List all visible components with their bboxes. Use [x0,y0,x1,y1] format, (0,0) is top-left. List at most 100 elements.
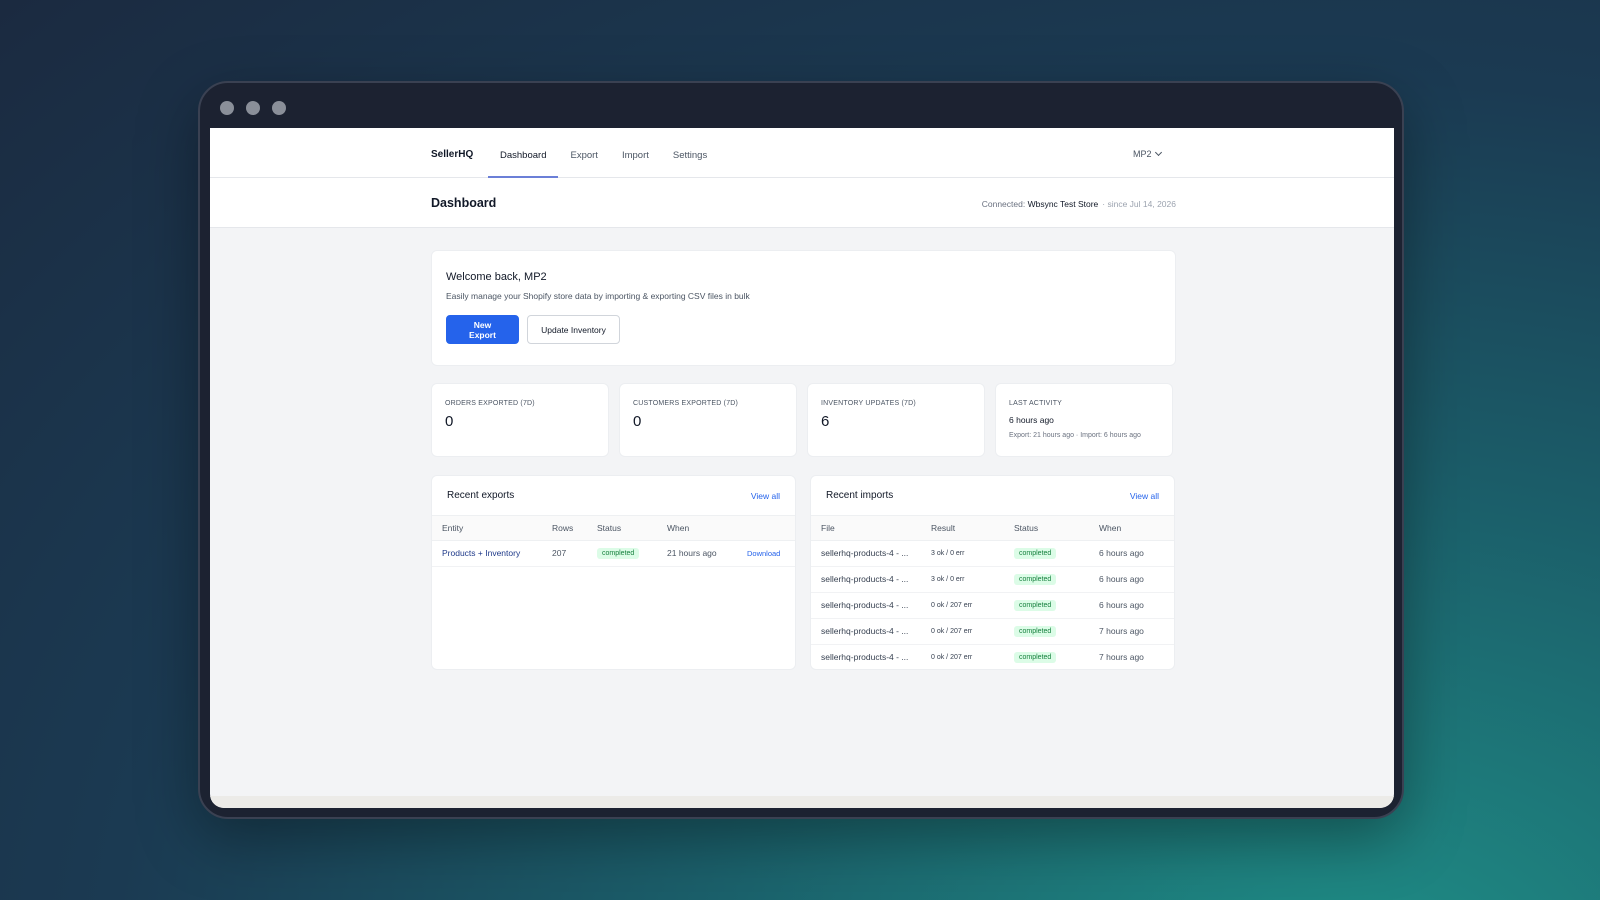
import-when: 7 hours ago [1089,618,1174,645]
column-header: When [657,516,737,541]
stat-orders-exported: ORDERS EXPORTED (7D) 0 [431,383,609,457]
table-row[interactable]: sellerhq-products-4 - ... 3 ok / 0 err c… [811,540,1174,567]
import-file: sellerhq-products-4 - ... [811,592,921,619]
table-header-row: Entity Rows Status When [432,516,795,541]
import-file: sellerhq-products-4 - ... [811,566,921,593]
import-status-cell: completed [1004,644,1089,669]
nav-tabs: Dashboard Export Import Settings [488,128,719,178]
view-all-exports-link[interactable]: View all [751,491,780,501]
new-export-button[interactable]: New Export [446,315,519,344]
device-frame: SellerHQ Dashboard Export Import Setting… [198,81,1404,819]
column-header [737,516,795,541]
bottom-strip [210,796,1394,808]
status-badge: completed [1014,574,1057,585]
stat-label: LAST ACTIVITY [1009,400,1063,407]
import-result: 0 ok / 207 err [921,644,1004,669]
main-content: Welcome back, MP2 Easily manage your Sho… [431,250,1176,670]
table-row: Products + Inventory 207 completed 21 ho… [432,540,795,567]
connection-prefix: Connected: [981,199,1028,209]
stat-value: 6 [821,413,830,430]
export-status-cell: completed [587,540,657,567]
import-file: sellerhq-products-4 - ... [811,540,921,567]
page-title: Dashboard [431,196,497,210]
import-status-cell: completed [1004,566,1089,593]
window-controls [220,101,286,115]
column-header: Status [1004,516,1089,541]
status-badge: completed [1014,600,1057,611]
app-screen: SellerHQ Dashboard Export Import Setting… [210,128,1394,808]
import-when: 6 hours ago [1089,566,1174,593]
window-dot-minimize[interactable] [246,101,260,115]
brand-logo[interactable]: SellerHQ [431,149,473,160]
status-badge: completed [1014,626,1057,637]
user-menu[interactable]: MP2 [1133,148,1162,159]
stats-row: ORDERS EXPORTED (7D) 0 CUSTOMERS EXPORTE… [431,383,1176,457]
import-result: 0 ok / 207 err [921,592,1004,619]
stat-value: 0 [633,413,642,430]
stat-customers-exported: CUSTOMERS EXPORTED (7D) 0 [619,383,797,457]
import-status-cell: completed [1004,618,1089,645]
connection-since: · since Jul 14, 2026 [1102,199,1176,209]
stat-last-activity-value: 6 hours ago [1009,415,1054,425]
stat-label: CUSTOMERS EXPORTED (7D) [633,400,739,407]
chevron-down-icon [1154,148,1162,157]
recent-exports-title: Recent exports [447,490,515,501]
connection-status: Connected: Wbsync Test Store · since Jul … [982,199,1176,209]
column-header: Result [921,516,1004,541]
recent-imports-card: Recent imports View all File Result Stat… [810,475,1175,670]
welcome-title: Welcome back, MP2 [446,271,547,283]
status-badge: completed [597,548,640,559]
recent-exports-card: Recent exports View all Entity Rows Stat… [431,475,796,670]
table-row[interactable]: sellerhq-products-4 - ... 0 ok / 207 err… [811,644,1174,669]
top-nav: SellerHQ Dashboard Export Import Setting… [210,128,1394,178]
stat-label: INVENTORY UPDATES (7D) [821,400,916,407]
stat-inventory-updates: INVENTORY UPDATES (7D) 6 [807,383,985,457]
column-header: File [811,516,921,541]
welcome-card: Welcome back, MP2 Easily manage your Sho… [431,250,1176,366]
stat-last-activity: LAST ACTIVITY 6 hours ago Export: 21 hou… [995,383,1173,457]
download-link[interactable]: Download [747,549,780,558]
import-when: 6 hours ago [1089,592,1174,619]
page-header: Dashboard Connected: Wbsync Test Store · … [210,178,1394,228]
import-when: 6 hours ago [1089,540,1174,567]
column-header: Rows [542,516,587,541]
tab-settings[interactable]: Settings [661,128,719,178]
table-row[interactable]: sellerhq-products-4 - ... 0 ok / 207 err… [811,592,1174,619]
card-header: Recent exports View all [432,476,795,516]
import-result: 3 ok / 0 err [921,566,1004,593]
update-inventory-button[interactable]: Update Inventory [527,315,620,344]
window-dot-maximize[interactable] [272,101,286,115]
view-all-imports-link[interactable]: View all [1130,491,1159,501]
import-result: 3 ok / 0 err [921,540,1004,567]
user-menu-label: MP2 [1133,149,1152,159]
store-name: Wbsync Test Store [1027,199,1099,209]
stat-value: 0 [445,413,454,430]
import-when: 7 hours ago [1089,644,1174,669]
welcome-actions: New Export Update Inventory [446,315,1161,344]
tab-export[interactable]: Export [558,128,609,178]
import-status-cell: completed [1004,592,1089,619]
stat-last-activity-detail: Export: 21 hours ago · Import: 6 hours a… [1009,432,1141,439]
table-row[interactable]: sellerhq-products-4 - ... 3 ok / 0 err c… [811,566,1174,593]
tab-import[interactable]: Import [610,128,661,178]
window-dot-close[interactable] [220,101,234,115]
exports-table: Entity Rows Status When Products + Inven… [432,516,795,567]
table-row[interactable]: sellerhq-products-4 - ... 0 ok / 207 err… [811,618,1174,645]
export-when: 21 hours ago [657,540,737,567]
status-badge: completed [1014,652,1057,663]
imports-table: File Result Status When sellerhq-product… [811,516,1174,669]
tab-dashboard[interactable]: Dashboard [488,128,559,178]
recent-tables: Recent exports View all Entity Rows Stat… [431,475,1176,670]
status-badge: completed [1014,548,1057,559]
import-result: 0 ok / 207 err [921,618,1004,645]
export-entity[interactable]: Products + Inventory [432,540,542,567]
export-action-cell: Download [737,540,795,567]
table-header-row: File Result Status When [811,516,1174,541]
welcome-subtitle: Easily manage your Shopify store data by… [446,291,750,301]
recent-imports-title: Recent imports [826,490,894,501]
column-header: Entity [432,516,542,541]
stat-label: ORDERS EXPORTED (7D) [445,400,535,407]
column-header: Status [587,516,657,541]
import-file: sellerhq-products-4 - ... [811,644,921,669]
export-rows: 207 [542,540,587,567]
